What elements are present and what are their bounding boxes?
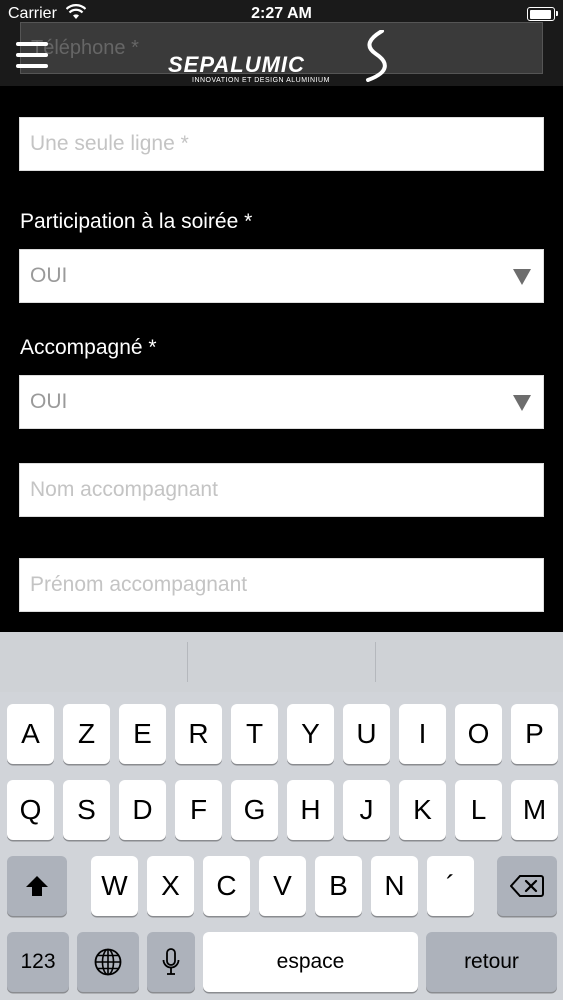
- key-o[interactable]: O: [455, 704, 502, 764]
- registration-form: Une seule ligne * Participation à la soi…: [0, 86, 563, 632]
- key-r[interactable]: R: [175, 704, 222, 764]
- key-b[interactable]: B: [315, 856, 362, 916]
- key-v[interactable]: V: [259, 856, 306, 916]
- status-bar: Carrier 2:27 AM: [0, 0, 563, 30]
- key-i[interactable]: I: [399, 704, 446, 764]
- backspace-key[interactable]: [497, 856, 557, 916]
- key-s[interactable]: S: [63, 780, 110, 840]
- ios-keyboard: A Z E R T Y U I O P Q S D F G H J K L M …: [0, 632, 563, 1000]
- prenom-accompagnant-input[interactable]: Prénom accompagnant: [19, 558, 544, 612]
- key-j[interactable]: J: [343, 780, 390, 840]
- key-y[interactable]: Y: [287, 704, 334, 764]
- shift-arrow-icon: [26, 876, 48, 896]
- shift-key[interactable]: [7, 856, 67, 916]
- key-m[interactable]: M: [511, 780, 558, 840]
- numbers-key[interactable]: 123: [7, 932, 69, 992]
- accompagne-value: OUI: [30, 390, 68, 413]
- key-f[interactable]: F: [175, 780, 222, 840]
- key-z[interactable]: Z: [63, 704, 110, 764]
- key-l[interactable]: L: [455, 780, 502, 840]
- participation-select[interactable]: OUI: [19, 249, 544, 303]
- key-q[interactable]: Q: [7, 780, 54, 840]
- key-x[interactable]: X: [147, 856, 194, 916]
- key-n[interactable]: N: [371, 856, 418, 916]
- key-h[interactable]: H: [287, 780, 334, 840]
- key-u[interactable]: U: [343, 704, 390, 764]
- key-t[interactable]: T: [231, 704, 278, 764]
- logo-text: SEPALUMIC: [168, 52, 305, 77]
- logo-swoosh-icon: [366, 30, 387, 82]
- key-p[interactable]: P: [511, 704, 558, 764]
- single-line-input[interactable]: Une seule ligne *: [19, 117, 544, 171]
- key-g[interactable]: G: [231, 780, 278, 840]
- accompagne-select[interactable]: OUI: [19, 375, 544, 429]
- microphone-icon: [162, 948, 180, 975]
- key-e[interactable]: E: [119, 704, 166, 764]
- return-key[interactable]: retour: [426, 932, 557, 992]
- participation-label: Participation à la soirée *: [20, 210, 253, 233]
- key-acute-accent[interactable]: ´: [427, 856, 474, 916]
- nom-accompagnant-input[interactable]: Nom accompagnant: [19, 463, 544, 517]
- battery-icon: [527, 7, 558, 21]
- key-d[interactable]: D: [119, 780, 166, 840]
- sepalumic-logo: SEPALUMIC INNOVATION ET DESIGN ALUMINIUM: [165, 30, 405, 86]
- participation-value: OUI: [30, 264, 68, 287]
- space-key[interactable]: espace: [203, 932, 418, 992]
- dictation-key[interactable]: [147, 932, 195, 992]
- logo-tagline: INNOVATION ET DESIGN ALUMINIUM: [192, 77, 330, 84]
- key-w[interactable]: W: [91, 856, 138, 916]
- accompagne-label: Accompagné *: [20, 336, 157, 359]
- hamburger-menu-icon[interactable]: [16, 42, 48, 68]
- predictive-bar: [0, 632, 563, 692]
- backspace-icon: [510, 875, 544, 897]
- globe-key[interactable]: [77, 932, 139, 992]
- dropdown-arrow-icon: [513, 395, 531, 411]
- dropdown-arrow-icon: [513, 269, 531, 285]
- key-a[interactable]: A: [7, 704, 54, 764]
- key-k[interactable]: K: [399, 780, 446, 840]
- clock: 2:27 AM: [251, 5, 312, 22]
- key-c[interactable]: C: [203, 856, 250, 916]
- globe-icon: [94, 948, 122, 976]
